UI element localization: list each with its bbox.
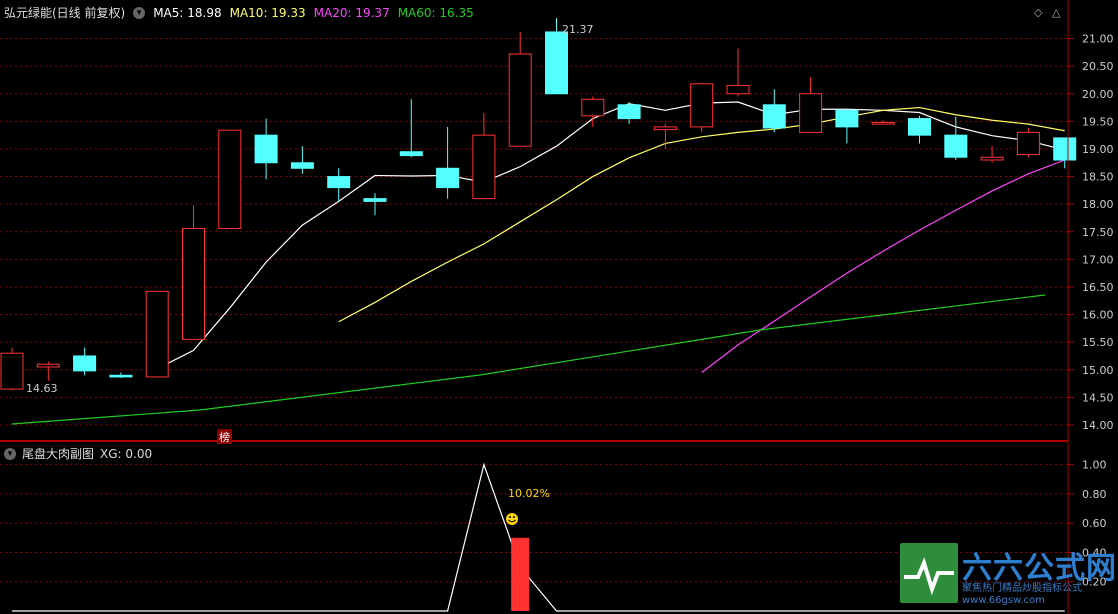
smiley-icon xyxy=(506,513,518,525)
candle-body xyxy=(617,104,641,120)
ma-line-ma5 xyxy=(156,101,1065,370)
ma5-value: MA5: 18.98 xyxy=(153,5,222,20)
candle-body xyxy=(508,53,532,147)
smiley-eye-right xyxy=(513,516,515,518)
candle-body xyxy=(36,363,60,368)
signal-bar xyxy=(511,537,530,611)
candle-body xyxy=(327,176,351,189)
smiley-eye-left xyxy=(509,516,511,518)
xg-value: XG: 0.00 xyxy=(100,446,153,461)
stock-title[interactable]: 弘元绿能(日线 前复权) xyxy=(4,4,125,21)
ma10-value: MA10: 19.33 xyxy=(229,5,306,20)
gain-percent-label: 10.02% xyxy=(508,487,550,500)
y-tick-label: 20.50 xyxy=(1082,60,1114,73)
candle-body xyxy=(690,83,714,128)
candle-body xyxy=(908,118,931,136)
y-tick-label: 18.00 xyxy=(1082,198,1114,211)
low-price-label: 14.63 xyxy=(26,382,58,395)
candle-body xyxy=(363,198,387,202)
y-tick-label: 14.50 xyxy=(1082,391,1114,404)
candlesticks[interactable] xyxy=(0,18,1077,391)
candle-body xyxy=(653,126,677,131)
candle-body xyxy=(944,134,968,158)
candle-body xyxy=(1053,137,1077,161)
y-tick-label: 19.00 xyxy=(1082,143,1114,156)
candle-body xyxy=(1016,131,1040,155)
watermark-logo: 六六公式网 聚焦热门精品炒股指标公式 www.66gsw.com xyxy=(900,543,1118,614)
candle-body xyxy=(73,355,97,372)
candle-body xyxy=(254,134,278,164)
chevron-down-icon[interactable]: ▾ xyxy=(133,6,146,19)
candle-body xyxy=(581,98,605,117)
watermark-url: www.66gsw.com xyxy=(962,595,1045,606)
y-tick-label: 0.60 xyxy=(1082,517,1107,530)
candle-body xyxy=(472,134,496,200)
y-tick-label: 0.80 xyxy=(1082,488,1107,501)
rank-badge-label: 榜 xyxy=(219,430,230,444)
candle-body xyxy=(218,129,242,229)
candle-body xyxy=(0,352,24,390)
candle-body xyxy=(436,167,460,189)
ma20-value: MA20: 19.37 xyxy=(313,5,390,20)
y-tick-label: 18.50 xyxy=(1082,171,1114,184)
main-header: 弘元绿能(日线 前复权) ▾ MA5: 18.98 MA10: 19.33 MA… xyxy=(4,4,474,21)
y-tick-label: 17.00 xyxy=(1082,253,1114,266)
candle-body xyxy=(726,84,750,95)
y-tick-label: 21.00 xyxy=(1082,33,1114,46)
ma-line-ma20 xyxy=(701,159,1065,373)
chart-canvas[interactable]: 21.00 20.50 20.00 19.50 19.00 18.50 18.00 17.50… xyxy=(0,0,1118,614)
candle-body xyxy=(762,104,786,129)
y-tick-label: 20.00 xyxy=(1082,88,1114,101)
high-price-label: 21.37 xyxy=(562,23,594,36)
logo-icon xyxy=(900,543,958,603)
candle-body xyxy=(109,374,133,378)
price-axis: 21.00 20.50 20.00 19.50 19.00 18.50 18.00 17.50… xyxy=(1068,33,1114,432)
y-tick-label: 15.50 xyxy=(1082,336,1114,349)
triangle-up-icon[interactable]: △ xyxy=(1052,6,1060,19)
candle-body xyxy=(182,227,205,340)
moving-average-lines xyxy=(11,101,1065,425)
ma60-value: MA60: 16.35 xyxy=(397,5,474,20)
y-tick-label: 15.00 xyxy=(1082,364,1114,377)
candle-body xyxy=(835,109,859,128)
candle-body xyxy=(399,151,423,157)
y-tick-label: 16.00 xyxy=(1082,309,1114,322)
y-tick-label: 14.00 xyxy=(1082,419,1114,432)
candle-body xyxy=(871,121,895,125)
candle-body xyxy=(980,156,1004,161)
indicator-title[interactable]: 尾盘大肉副图 xyxy=(22,445,94,462)
y-tick-label: 17.50 xyxy=(1082,226,1114,239)
candle-body xyxy=(290,162,314,169)
candle-body xyxy=(145,290,169,378)
watermark-slogan: 聚焦热门精品炒股指标公式 xyxy=(962,583,1082,594)
candle-body xyxy=(545,31,568,95)
chevron-down-icon[interactable]: ▾ xyxy=(4,447,16,460)
y-tick-label: 16.50 xyxy=(1082,281,1114,294)
indicator-header: ▾ 尾盘大肉副图 XG: 0.00 xyxy=(4,445,152,462)
y-tick-label: 19.50 xyxy=(1082,115,1114,128)
diamond-icon[interactable]: ◇ xyxy=(1034,6,1042,19)
y-tick-label: 1.00 xyxy=(1082,459,1107,472)
candle-body xyxy=(799,93,823,133)
